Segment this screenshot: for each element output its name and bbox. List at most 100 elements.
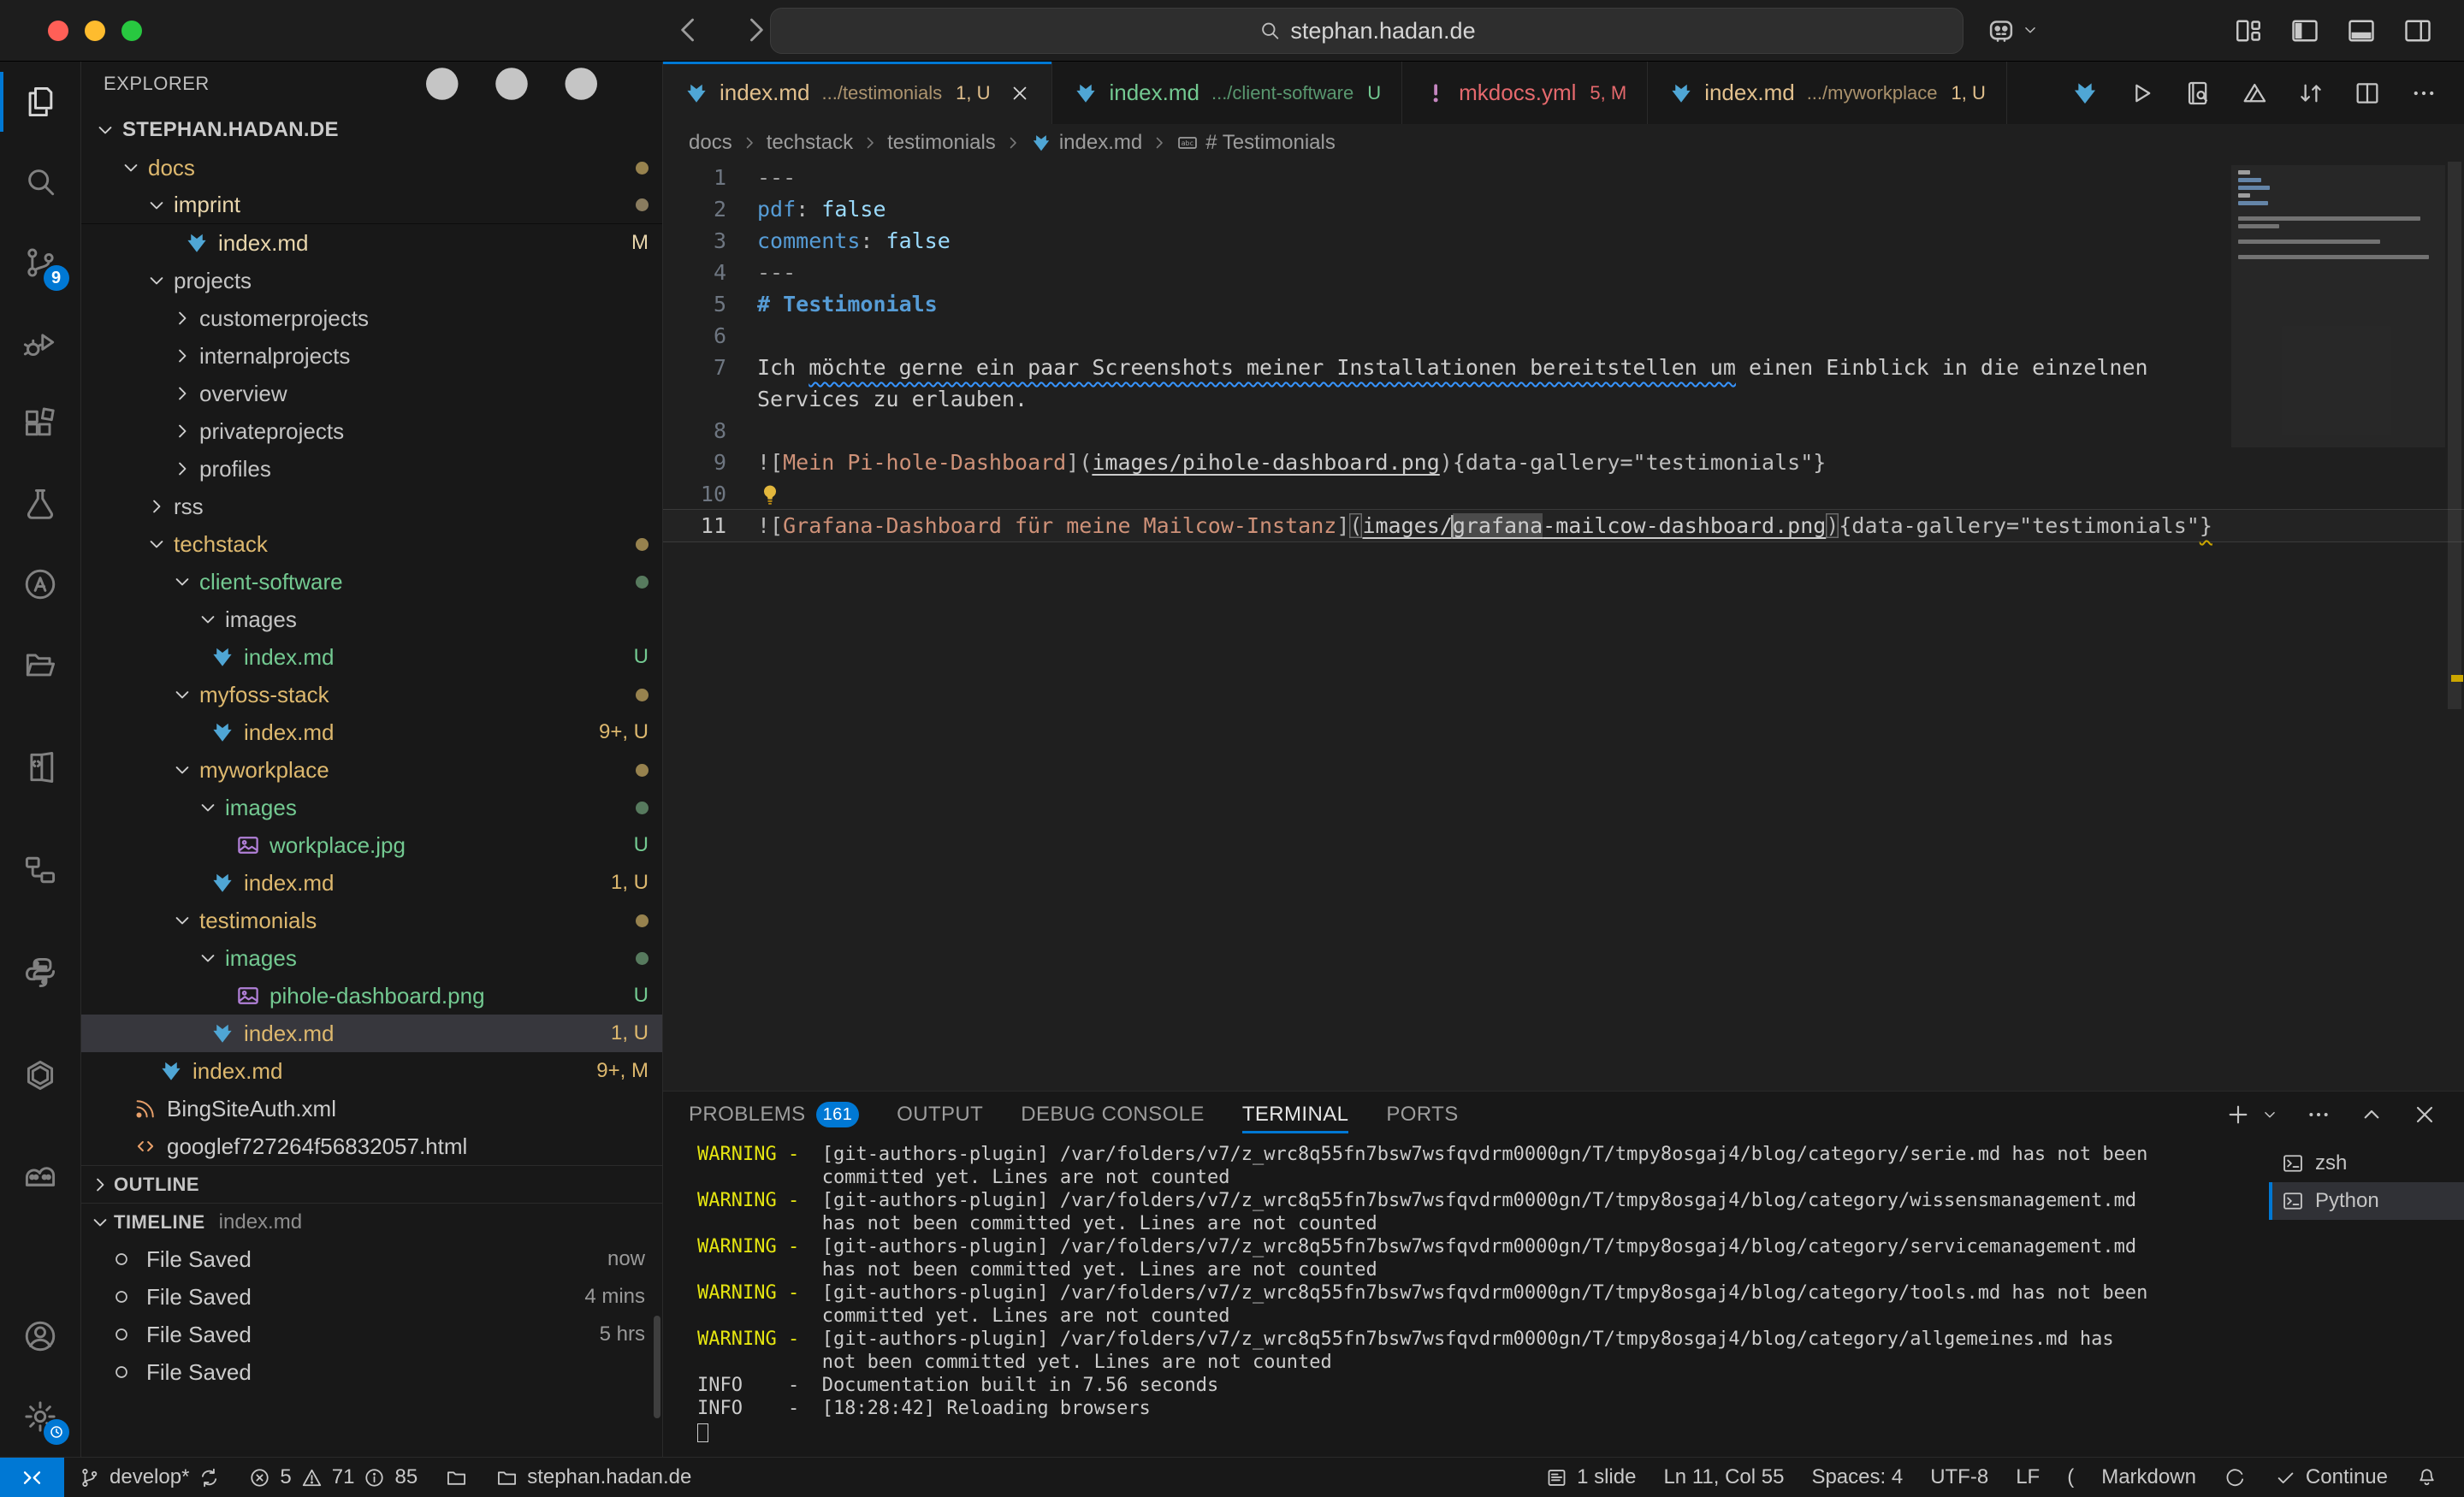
tree-item[interactable]: myfoss-stack xyxy=(81,676,662,713)
editor-line[interactable]: 6 xyxy=(663,320,2464,352)
editor-line[interactable]: 1--- xyxy=(663,162,2464,193)
editor-line[interactable]: 8 xyxy=(663,415,2464,447)
window-indicator[interactable] xyxy=(431,1458,482,1497)
editor-action-play-icon[interactable] xyxy=(2127,79,2156,108)
activity-item-flow[interactable] xyxy=(0,830,81,910)
tree-item[interactable]: rss xyxy=(81,488,662,525)
notifications-bell[interactable] xyxy=(2402,1458,2452,1497)
activity-item-extensions[interactable] xyxy=(0,383,81,464)
arrow-left-icon[interactable] xyxy=(672,14,704,46)
activity-item-files[interactable] xyxy=(0,62,81,142)
editor-line[interactable]: Services zu erlauben. xyxy=(663,383,2464,415)
editor-line[interactable]: 2pdf: false xyxy=(663,193,2464,225)
timeline-item[interactable]: File Savednow xyxy=(81,1240,662,1278)
editor-tab-index.md[interactable]: index.md.../client-softwareU xyxy=(1052,62,1402,124)
editor-tab-index.md[interactable]: index.md.../testimonials1, U xyxy=(663,62,1052,124)
panel-tab-terminal[interactable]: TERMINAL xyxy=(1242,1092,1349,1137)
activity-item-settings[interactable] xyxy=(0,1376,81,1457)
tree-item[interactable]: images xyxy=(81,601,662,638)
editor-line[interactable]: 9![Mein Pi-hole-Dashboard](images/pihole… xyxy=(663,447,2464,478)
outline-section[interactable]: OUTLINE xyxy=(81,1165,662,1203)
tree-item[interactable]: workplace.jpgU xyxy=(81,826,662,864)
panel-tab-debug-console[interactable]: DEBUG CONSOLE xyxy=(1021,1092,1205,1137)
lightbulb-icon[interactable] xyxy=(757,482,783,508)
editor-line[interactable]: 10 xyxy=(663,478,2464,510)
activity-item-folder-library[interactable] xyxy=(0,624,81,705)
activity-item-python[interactable] xyxy=(0,932,81,1013)
tree-item[interactable]: images xyxy=(81,789,662,826)
language-paren[interactable]: ( xyxy=(2053,1458,2088,1497)
terminal-instance-python[interactable]: Python xyxy=(2269,1182,2464,1220)
activity-item-beaker[interactable] xyxy=(0,464,81,544)
url-bar[interactable]: stephan.hadan.de xyxy=(770,8,1964,54)
editor-action-md-preview-icon[interactable] xyxy=(2240,79,2269,108)
activity-item-circle-a[interactable] xyxy=(0,544,81,624)
editor-action-more-icon[interactable] xyxy=(2409,79,2438,108)
editor-scrollbar[interactable] xyxy=(2445,162,2464,1091)
minimap[interactable] xyxy=(2238,170,2442,263)
timeline-section[interactable]: TIMELINE index.md xyxy=(81,1203,662,1240)
breadcrumb-item[interactable]: docs xyxy=(689,131,732,155)
tree-item[interactable]: customerprojects xyxy=(81,299,662,337)
panel-tab-ports[interactable]: PORTS xyxy=(1386,1092,1458,1137)
tree-item[interactable]: index.md1, U xyxy=(81,1015,662,1052)
breadcrumb-item[interactable]: techstack xyxy=(767,131,853,155)
tree-item[interactable]: docs xyxy=(81,149,662,186)
breadcrumb-item[interactable]: abc# Testimonials xyxy=(1176,131,1336,155)
tree-item[interactable]: profiles xyxy=(81,450,662,488)
editor-line[interactable]: 7Ich möchte gerne ein paar Screenshots m… xyxy=(663,352,2464,383)
timeline-item[interactable]: File Saved xyxy=(81,1353,662,1391)
browser-profile-button[interactable] xyxy=(1985,14,2040,46)
close-tab-icon[interactable] xyxy=(1009,82,1031,104)
editor-action-compare-icon[interactable] xyxy=(2296,79,2325,108)
panel-tab-problems[interactable]: PROBLEMS161 xyxy=(689,1092,859,1138)
tree-item[interactable]: googlef727264f56832057.html xyxy=(81,1127,662,1165)
editor-tab-mkdocs.yml[interactable]: mkdocs.yml5, M xyxy=(1402,62,1648,124)
tree-item[interactable]: overview xyxy=(81,375,662,412)
eol[interactable]: LF xyxy=(2002,1458,2053,1497)
problems-status[interactable]: 57185 xyxy=(234,1458,431,1497)
panel-action-chevron-up-icon[interactable] xyxy=(2358,1101,2385,1128)
tree-item[interactable]: index.md9+, U xyxy=(81,713,662,751)
tree-item[interactable]: images xyxy=(81,939,662,977)
tree-item[interactable]: STEPHAN.HADAN.DE xyxy=(81,111,662,149)
indentation[interactable]: Spaces: 4 xyxy=(1798,1458,1916,1497)
panel-action-chevron-down-icon[interactable] xyxy=(2260,1105,2279,1124)
editor[interactable]: 1---2pdf: false3comments: false4---5# Te… xyxy=(663,162,2464,1091)
activity-item-hexagon[interactable] xyxy=(0,1035,81,1115)
layout-sidebar-right-icon[interactable] xyxy=(2402,15,2433,46)
activity-item-live-server[interactable] xyxy=(0,727,81,808)
terminal-instance-zsh[interactable]: zsh xyxy=(2269,1145,2464,1182)
continue-button[interactable]: Continue xyxy=(2260,1458,2402,1497)
editor-action-split-editor-icon[interactable] xyxy=(2353,79,2382,108)
editor-line-current[interactable]: 11![Grafana-Dashboard für meine Mailcow-… xyxy=(663,510,2464,541)
tree-item[interactable]: index.mdM xyxy=(81,224,662,262)
close-window-button[interactable] xyxy=(48,21,68,41)
editor-action-md-arrow-icon[interactable] xyxy=(2070,79,2100,108)
slide-count[interactable]: 1 slide xyxy=(1531,1458,1650,1497)
tree-item[interactable]: client-software xyxy=(81,563,662,601)
tree-item[interactable]: internalprojects xyxy=(81,337,662,375)
panel-tab-output[interactable]: OUTPUT xyxy=(897,1092,983,1137)
tree-item[interactable]: pihole-dashboard.pngU xyxy=(81,977,662,1015)
timeline-item[interactable]: File Saved5 hrs xyxy=(81,1316,662,1353)
editor-line[interactable]: 5# Testimonials xyxy=(663,288,2464,320)
tree-item[interactable]: privateprojects xyxy=(81,412,662,450)
tree-item[interactable]: imprint xyxy=(81,186,662,224)
editor-action-book-search-icon[interactable] xyxy=(2183,79,2212,108)
panel-action-plus-icon[interactable] xyxy=(2224,1101,2252,1128)
panel-action-close-icon[interactable] xyxy=(2411,1101,2438,1128)
activity-item-debug[interactable] xyxy=(0,303,81,383)
breadcrumb-item[interactable]: index.md xyxy=(1030,131,1142,155)
layout-sidebar-left-icon[interactable] xyxy=(2289,15,2320,46)
language-mode[interactable]: Markdown xyxy=(2088,1458,2210,1497)
tree-item[interactable]: index.mdU xyxy=(81,638,662,676)
layout-icon[interactable] xyxy=(2233,15,2264,46)
arrow-right-icon[interactable] xyxy=(740,14,773,46)
cursor-position[interactable]: Ln 11, Col 55 xyxy=(1650,1458,1798,1497)
tree-item[interactable]: projects xyxy=(81,262,662,299)
activity-item-account[interactable] xyxy=(0,1296,81,1376)
minimize-window-button[interactable] xyxy=(85,21,105,41)
tree-item[interactable]: myworkplace xyxy=(81,751,662,789)
timeline-item[interactable]: File Saved4 mins xyxy=(81,1278,662,1316)
